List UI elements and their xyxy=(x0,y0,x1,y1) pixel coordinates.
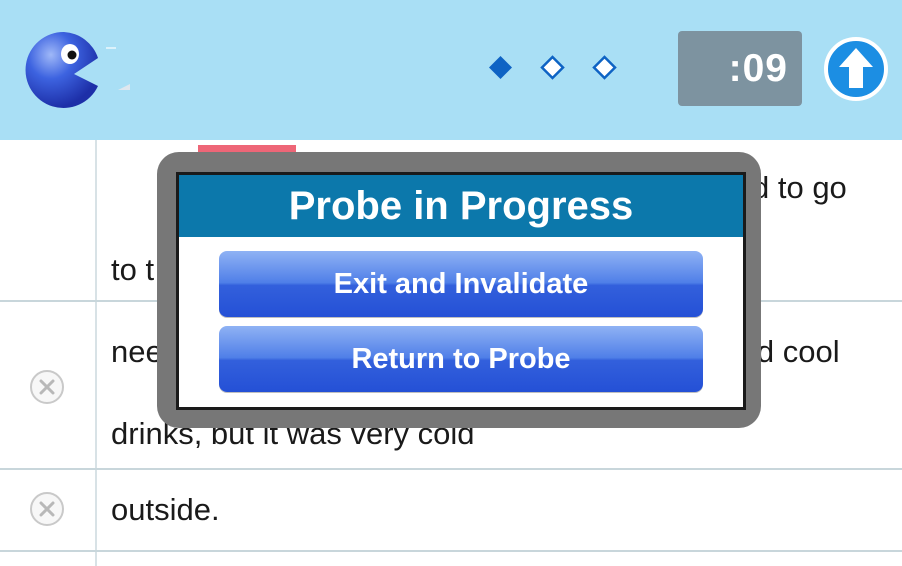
delete-row-icon[interactable] xyxy=(28,490,66,528)
diamond-filled-icon xyxy=(489,56,512,79)
probe-screen: :09 d to go to t nee ld cool drinks, but… xyxy=(0,0,902,566)
exit-and-invalidate-button[interactable]: Exit and Invalidate xyxy=(219,251,703,317)
arrow-up-circle-icon[interactable] xyxy=(823,36,889,102)
row-text-line: outside. xyxy=(111,492,220,527)
row-text-line: d to go xyxy=(752,170,847,205)
diamond-empty-icon xyxy=(540,55,565,80)
chomper-mascot-icon xyxy=(25,31,130,108)
gutter-divider xyxy=(95,140,97,566)
diamond-empty-icon xyxy=(592,55,617,80)
dialog-title: Probe in Progress xyxy=(179,175,743,237)
countdown-timer: :09 xyxy=(678,31,802,106)
top-toolbar: :09 xyxy=(0,0,902,140)
row-divider xyxy=(0,550,902,552)
row-divider xyxy=(0,468,902,470)
return-to-probe-button[interactable]: Return to Probe xyxy=(219,326,703,392)
row-text-line: nee xyxy=(111,334,163,369)
row-text-line: to t xyxy=(111,252,155,287)
progress-diamonds xyxy=(488,55,617,80)
row-text-line: ld cool xyxy=(750,334,840,369)
delete-row-icon[interactable] xyxy=(28,368,66,406)
